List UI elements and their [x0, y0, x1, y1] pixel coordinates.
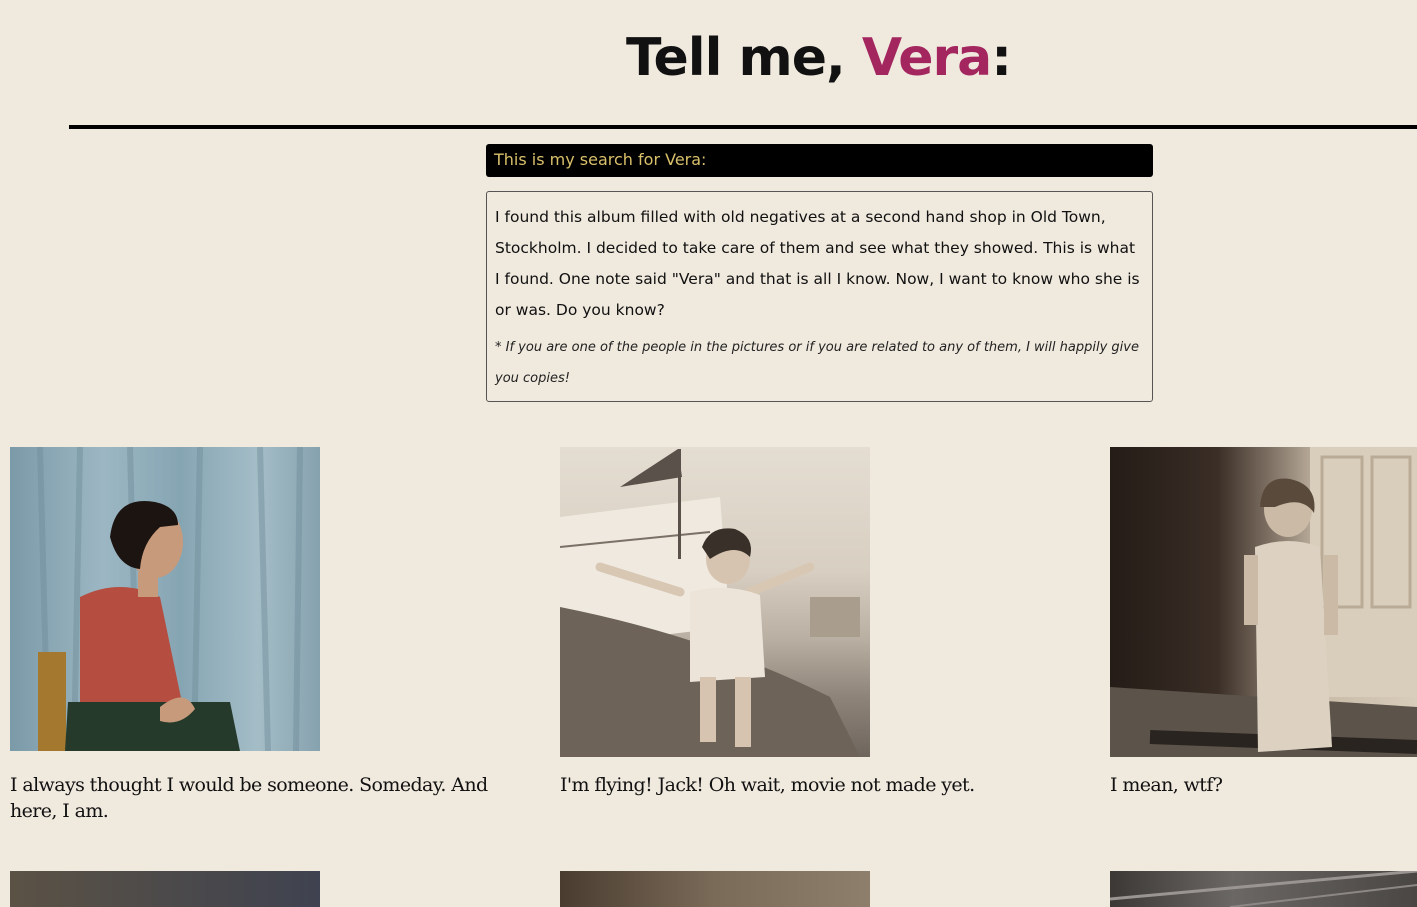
photo-woman-profile-illustration [37, 447, 303, 751]
photo-row2-2[interactable] [560, 871, 870, 907]
page-title: Tell me, Vera: [0, 28, 1417, 88]
photo-toddler-doorway-illustration [1110, 447, 1417, 757]
photo-row2-3[interactable] [1110, 871, 1417, 907]
search-bar: This is my search for Vera: [486, 144, 1153, 177]
photo-row2-1[interactable] [10, 871, 320, 907]
title-name: Vera [861, 28, 992, 88]
title-suffix: : [991, 28, 1012, 88]
photo-row2-3-illustration [1110, 871, 1417, 907]
intro-text: I found this album filled with old negat… [495, 208, 1140, 319]
photo-girl-flying-illustration [560, 449, 860, 757]
photo-woman-profile[interactable] [10, 447, 320, 751]
intro-note: * If you are one of the people in the pi… [495, 340, 1139, 386]
photo-girl-flying[interactable] [560, 447, 870, 757]
caption-2: I'm flying! Jack! Oh wait, movie not mad… [560, 774, 975, 796]
caption-3: I mean, wtf? [1110, 774, 1223, 796]
photo-toddler-doorway[interactable] [1110, 447, 1417, 757]
search-bar-label: This is my search for Vera: [494, 150, 707, 169]
caption-1: I always thought I would be someone. Som… [10, 774, 488, 822]
title-prefix: Tell me, [625, 28, 862, 88]
header-divider [69, 125, 1417, 129]
intro-box: I found this album filled with old negat… [486, 191, 1153, 402]
